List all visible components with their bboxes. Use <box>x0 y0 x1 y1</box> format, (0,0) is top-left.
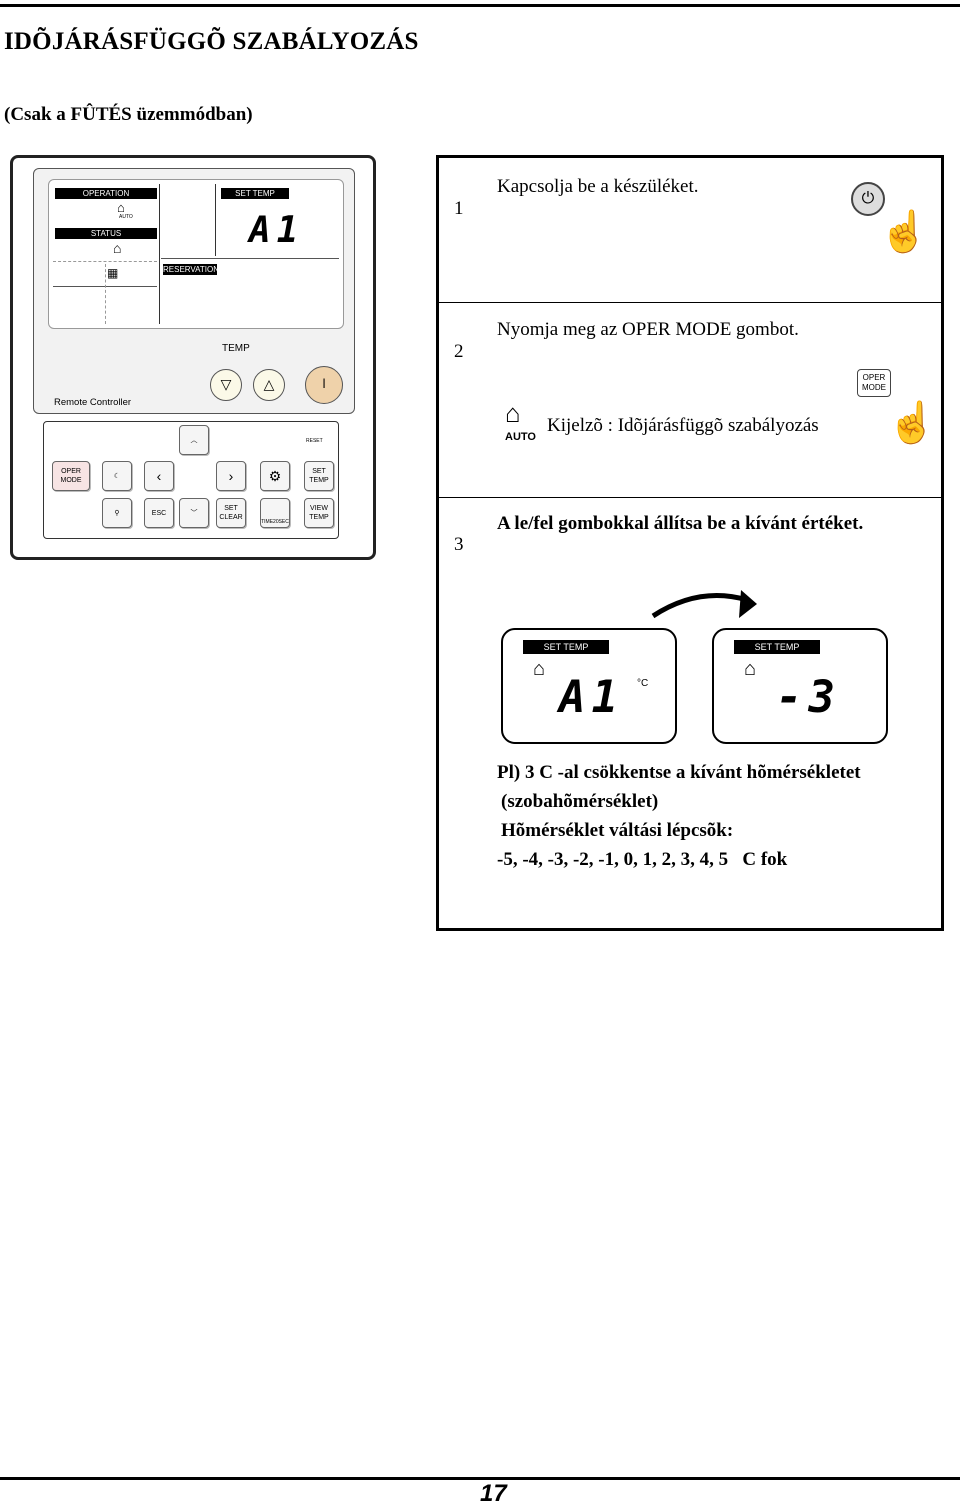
esc-key[interactable]: ESC <box>144 498 174 528</box>
step-row-2: 2 Nyomja meg az OPER MODE gombot. OPER M… <box>439 303 941 498</box>
lcd-value: A1 <box>249 210 305 251</box>
reservation-tag: RESERVATION <box>163 264 220 275</box>
display-value: -3 <box>776 672 841 723</box>
timer-key[interactable]: TIME20SEC <box>260 498 290 528</box>
remote-controller-illustration: OPERATION ⌂ AUTO STATUS ⌂ ▦ SET TEMP A1 … <box>10 155 376 560</box>
step-number: 1 <box>454 198 464 219</box>
status-tag: STATUS <box>55 228 157 239</box>
pressing-hand-icon: ☝ <box>879 209 929 254</box>
page-subtitle: (Csak a FÛTÉS üzemmódban) <box>4 104 253 125</box>
oper-mode-button-icon: OPER MODE <box>857 369 891 397</box>
step-text: A le/fel gombokkal állítsa be a kívánt é… <box>497 513 864 534</box>
page-number: 17 <box>480 1480 507 1507</box>
right-arrow-key[interactable]: › <box>216 461 246 491</box>
house-clock-icon: ⌂ <box>113 240 122 256</box>
house-thermometer-icon: ⌂ <box>533 658 546 680</box>
left-arrow-key[interactable]: ‹ <box>144 461 174 491</box>
settings-key[interactable]: ⚙ <box>260 461 290 491</box>
set-temp-key[interactable]: SET TEMP <box>304 461 334 491</box>
auto-label: AUTO <box>119 214 133 220</box>
steps-table: 1 Kapcsolja be a készüléket. ⏻ ☝ 2 Nyomj… <box>436 155 944 931</box>
calendar-icon: ▦ <box>107 266 119 280</box>
fan-key[interactable]: ⚲ <box>102 498 132 528</box>
display-value: A1 <box>559 672 624 723</box>
arrow-icon <box>651 590 757 619</box>
step-number: 2 <box>454 341 464 362</box>
sleep-key[interactable]: ☾ <box>102 461 132 491</box>
set-temp-tag: SET TEMP <box>734 640 820 654</box>
house-thermometer-icon: ⌂ <box>744 658 757 680</box>
remote-upper-panel: OPERATION ⌂ AUTO STATUS ⌂ ▦ SET TEMP A1 … <box>33 168 355 414</box>
note-line: -5, -4, -3, -2, -1, 0, 1, 2, 3, 4, 5 C f… <box>497 849 788 870</box>
note-line: Hõmérséklet váltási lépcsõk: <box>501 820 734 841</box>
note-line: (szobahõmérséklet) <box>501 791 659 812</box>
down-arrow-key[interactable]: ﹀ <box>179 498 209 528</box>
display-unit: °C <box>637 678 649 689</box>
brand-label: Remote Controller <box>54 397 132 408</box>
remote-lcd: OPERATION ⌂ AUTO STATUS ⌂ ▦ SET TEMP A1 … <box>48 179 344 329</box>
step-number: 3 <box>454 534 464 555</box>
temp-down-button[interactable]: ▽ <box>210 369 242 401</box>
set-clear-key[interactable]: SET CLEAR <box>216 498 246 528</box>
set-temp-display-after: SET TEMP ⌂ -3 <box>712 628 888 744</box>
power-button[interactable]: ⏽ <box>305 366 343 404</box>
pressing-hand-icon: ☝ <box>887 400 937 445</box>
house-auto-icon: ⌂ <box>505 399 521 428</box>
temp-up-button[interactable]: △ <box>253 369 285 401</box>
oper-mode-key[interactable]: OPER MODE <box>52 461 90 491</box>
set-temp-tag: SET TEMP <box>221 188 289 199</box>
view-temp-key[interactable]: VIEW TEMP <box>304 498 334 528</box>
set-temp-display-before: SET TEMP ⌂ A1 °C <box>501 628 677 744</box>
top-rule <box>0 4 960 7</box>
note-line: Pl) 3 C -al csökkentse a kívánt hõmérsék… <box>497 762 861 783</box>
operation-tag: OPERATION <box>55 188 157 199</box>
step-text: Nyomja meg az OPER MODE gombot. <box>497 319 799 340</box>
house-auto-icon: ⌂ <box>117 200 125 215</box>
step-row-3: 3 A le/fel gombokkal állítsa be a kívánt… <box>439 498 941 928</box>
temp-label: TEMP <box>222 343 250 354</box>
step-text: Kapcsolja be a készüléket. <box>497 176 699 197</box>
reset-label: RESET <box>306 438 323 444</box>
auto-label: AUTO <box>505 431 536 443</box>
up-arrow-key[interactable]: ︿ <box>179 425 209 455</box>
step-row-1: 1 Kapcsolja be a készüléket. ⏻ ☝ <box>439 158 941 303</box>
set-temp-tag: SET TEMP <box>523 640 609 654</box>
page-title: IDÕJÁRÁSFÜGGÕ SZABÁLYOZÁS <box>4 28 419 55</box>
remote-keypad: RESET ︿ OPER MODE ☾ ‹ › ⚙ SET TEMP ⚲ ESC… <box>43 421 339 539</box>
display-text: Kijelzõ : Idõjárásfüggõ szabályozás <box>547 415 819 436</box>
